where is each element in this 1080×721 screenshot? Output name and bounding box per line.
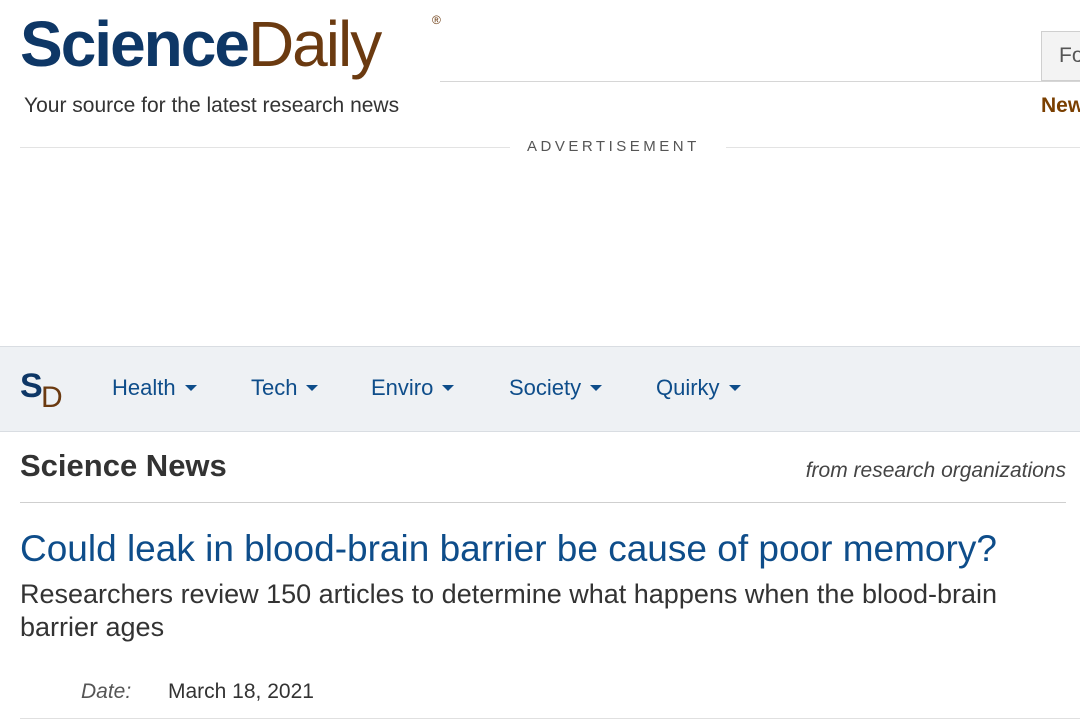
chevron-down-icon bbox=[306, 385, 319, 392]
article-headline: Could leak in blood-brain barrier be cau… bbox=[20, 528, 997, 569]
nav-item-label: Quirky bbox=[656, 375, 720, 400]
main-nav-bar: S D Health Tech Enviro Society Quirky bbox=[0, 346, 1080, 432]
nav-item-quirky[interactable]: Quirky bbox=[656, 375, 741, 401]
sd-logo-d: D bbox=[41, 381, 63, 414]
advertisement-label: ADVERTISEMENT bbox=[527, 138, 700, 155]
logo-science: Science bbox=[20, 8, 250, 80]
nav-item-society[interactable]: Society bbox=[509, 375, 603, 401]
chevron-down-icon bbox=[590, 385, 603, 392]
article-subheadline: Researchers review 150 articles to deter… bbox=[20, 579, 998, 642]
sd-logo-s: S bbox=[20, 367, 43, 405]
search-input[interactable]: Fo bbox=[1041, 31, 1080, 81]
site-logo[interactable]: ScienceDaily ® bbox=[20, 6, 441, 82]
nav-item-tech[interactable]: Tech bbox=[251, 375, 319, 401]
date-value: March 18, 2021 bbox=[168, 680, 314, 703]
news-menu-link[interactable]: New bbox=[1041, 94, 1080, 118]
nav-item-enviro[interactable]: Enviro bbox=[371, 375, 455, 401]
header-divider bbox=[440, 81, 1080, 82]
nav-item-label: Society bbox=[509, 375, 582, 400]
registered-mark: ® bbox=[432, 13, 441, 27]
nav-item-label: Enviro bbox=[371, 375, 434, 400]
site-tagline: Your source for the latest research news bbox=[24, 94, 400, 117]
chevron-down-icon bbox=[728, 385, 741, 392]
chevron-down-icon bbox=[184, 385, 197, 392]
nav-item-health[interactable]: Health bbox=[112, 375, 197, 401]
date-label: Date: bbox=[81, 680, 132, 703]
article-divider bbox=[20, 718, 1080, 719]
logo-daily: Daily bbox=[247, 8, 382, 80]
nav-item-label: Tech bbox=[251, 375, 298, 400]
chevron-down-icon bbox=[442, 385, 455, 392]
nav-item-label: Health bbox=[112, 375, 176, 400]
page: ScienceDaily ® Your source for the lates… bbox=[0, 0, 1080, 721]
section-title: Science News bbox=[20, 448, 227, 483]
ad-divider-right bbox=[726, 147, 1080, 148]
ad-divider-left bbox=[20, 147, 510, 148]
search-input-text: Fo bbox=[1059, 44, 1080, 67]
section-divider bbox=[20, 502, 1066, 503]
section-subtitle: from research organizations bbox=[805, 459, 1066, 482]
sd-home-logo[interactable]: S D bbox=[20, 369, 66, 413]
